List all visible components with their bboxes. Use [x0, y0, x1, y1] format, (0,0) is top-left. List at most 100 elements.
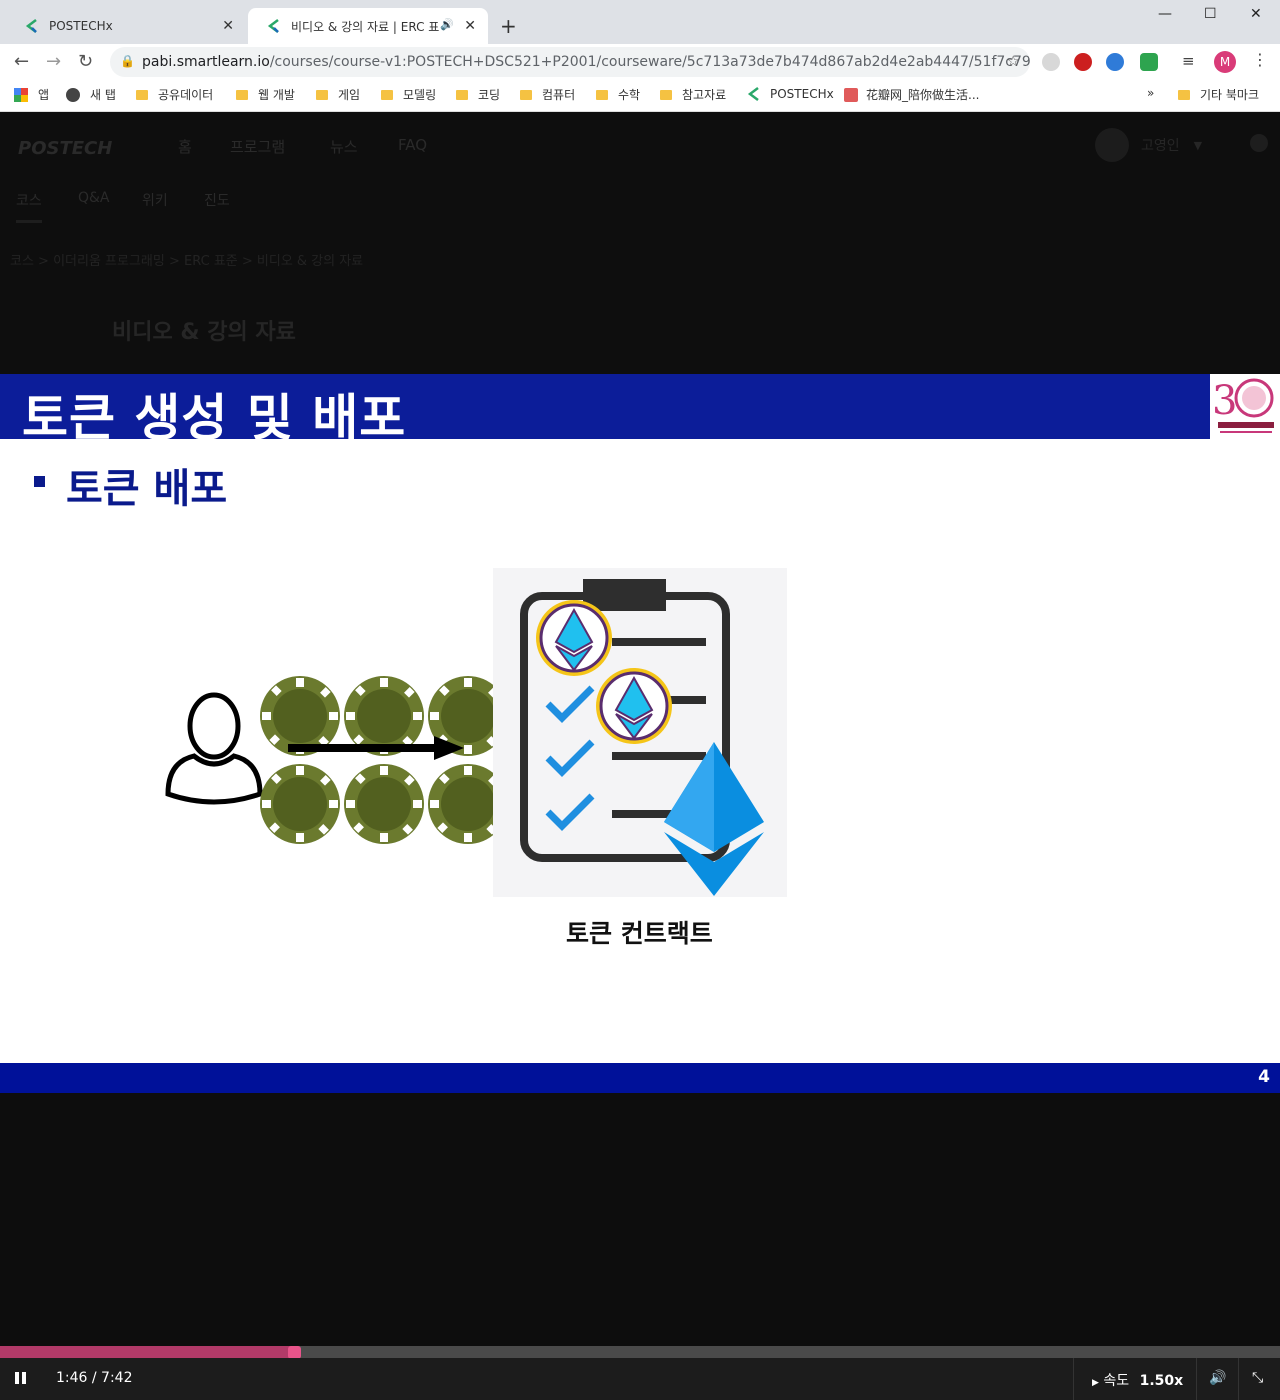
minimize-icon[interactable]: — — [1158, 6, 1172, 22]
apps-grid-icon — [14, 87, 28, 102]
new-tab-icon[interactable]: + — [500, 14, 517, 38]
subnav-wiki[interactable]: 위키 — [142, 190, 168, 210]
tab-close-icon[interactable]: ✕ — [464, 18, 476, 34]
ethereum-coin-icon — [596, 668, 672, 744]
user-menu[interactable]: 고영인 ▼ — [1095, 128, 1202, 162]
caret-right-icon: ▶ — [1092, 1378, 1099, 1388]
bookmark-apps[interactable]: 앱 — [14, 86, 49, 103]
postechx-favicon-icon — [746, 86, 762, 102]
folder-icon — [520, 89, 532, 100]
back-icon[interactable]: ← — [14, 51, 29, 72]
bookmark-folder[interactable]: 웹 개발 — [236, 86, 295, 103]
bookmark-folder[interactable]: 수학 — [596, 86, 640, 103]
bookmark-folder[interactable]: 컴퓨터 — [520, 86, 575, 103]
url-path: /courses/course-v1:POSTECH+DSC521+P2001/… — [269, 54, 1030, 70]
subnav-course[interactable]: 코스 — [16, 190, 42, 223]
bookmarks-overflow[interactable]: » — [1147, 86, 1154, 100]
postechx-favicon-icon — [266, 18, 282, 34]
bookmark-folder[interactable]: 공유데이터 — [136, 86, 213, 103]
nav-programs[interactable]: 프로그램 — [230, 136, 285, 157]
extension-shield-icon[interactable] — [1140, 53, 1158, 71]
exit-fullscreen-icon[interactable]: ⤡ — [1252, 1370, 1263, 1386]
user-avatar-icon — [1095, 128, 1129, 162]
bookmarks-bar: 앱 새 탭 공유데이터 웹 개발 게임 모델링 코딩 컴퓨터 수학 참고자료 P… — [0, 80, 1280, 112]
nav-news[interactable]: 뉴스 — [330, 136, 358, 157]
bookmark-folder[interactable]: 게임 — [316, 86, 360, 103]
chevron-down-icon: ▼ — [1193, 138, 1203, 152]
breadcrumb: 코스 > 이더리움 프로그래밍 > ERC 표준 > 비디오 & 강의 자료 — [10, 254, 364, 269]
tab-title: 비디오 & 강의 자료 | ERC 표 — [291, 19, 440, 34]
tab-strip: POSTECHx ✕ 비디오 & 강의 자료 | ERC 표 🔊 ✕ + — ☐… — [0, 0, 1280, 44]
profile-avatar[interactable]: M — [1214, 51, 1236, 73]
speed-value: 1.50x — [1139, 1373, 1184, 1389]
divider — [1196, 1358, 1197, 1400]
bookmark-folder[interactable]: 참고자료 — [660, 86, 726, 103]
bookmark-new-tab[interactable]: 새 탭 — [66, 86, 116, 103]
settings-icon[interactable] — [1250, 134, 1268, 152]
folder-icon — [236, 89, 248, 100]
folder-icon — [596, 89, 608, 100]
username: 고영인 — [1141, 138, 1180, 154]
url-host: pabi.smartlearn.io — [142, 54, 270, 70]
folder-icon — [381, 89, 393, 100]
extension-red-icon[interactable] — [1074, 53, 1092, 71]
video-progress-bar[interactable] — [0, 1346, 1280, 1359]
bookmark-huaban[interactable]: 花瓣网_陪你做生活... — [844, 86, 979, 103]
bookmark-folder[interactable]: 코딩 — [456, 86, 500, 103]
huaban-icon — [844, 87, 858, 102]
folder-icon — [136, 89, 148, 100]
token-contract-icon — [493, 568, 787, 897]
tab-title: POSTECHx — [49, 19, 113, 33]
user-icon — [165, 692, 263, 805]
tab-video-lecture[interactable]: 비디오 & 강의 자료 | ERC 표 🔊 ✕ — [248, 8, 488, 44]
lock-icon: 🔒 — [120, 54, 135, 68]
window-close-icon[interactable]: ✕ — [1250, 6, 1262, 22]
menu-kebab-icon[interactable]: ⋮ — [1252, 50, 1270, 69]
reload-icon[interactable]: ↻ — [78, 51, 93, 72]
token-chips — [260, 676, 508, 844]
chip-icon — [260, 764, 340, 844]
nav-faq[interactable]: FAQ — [398, 136, 427, 154]
subnav-progress[interactable]: 진도 — [204, 190, 230, 210]
postechx-favicon-icon — [24, 18, 40, 34]
forward-icon[interactable]: → — [46, 51, 61, 72]
speed-label: 속도 — [1103, 1373, 1130, 1389]
video-time: 1:46 / 7:42 — [56, 1370, 133, 1386]
folder-icon — [456, 89, 468, 100]
bookmark-other[interactable]: 기타 북마크 — [1178, 86, 1259, 103]
video-progress-played — [0, 1346, 295, 1358]
media-controls-icon[interactable]: ≡ — [1182, 52, 1200, 70]
token-deploy-illustration — [165, 568, 787, 897]
video-controls: 1:46 / 7:42 ▶ 속도 1.50x 🔊 ⤡ — [0, 1358, 1280, 1400]
chip-icon — [344, 764, 424, 844]
divider — [1238, 1358, 1239, 1400]
extension-blue-icon[interactable] — [1106, 53, 1124, 71]
browser-toolbar: ← → ↻ 🔒 pabi.smartlearn.io/courses/cours… — [0, 44, 1280, 80]
audio-playing-icon[interactable]: 🔊 — [440, 18, 454, 31]
slide-footer-bar: 4 — [0, 1063, 1280, 1093]
token-contract-caption: 토큰 컨트랙트 — [566, 919, 713, 948]
video-frame[interactable]: 토큰 생성 및 배포 3 토큰 배포 토큰 컨트랙트 4 — [0, 374, 1280, 1093]
bookmark-star-icon[interactable]: ☆ — [1007, 52, 1020, 70]
course-page-dimmed: POSTECH 홈 프로그램 뉴스 FAQ 고영인 ▼ 코스 Q&A 위키 진도… — [0, 112, 1280, 374]
ethereum-coin-icon — [536, 600, 612, 676]
slide-page-number: 4 — [1258, 1067, 1270, 1087]
site-logo[interactable]: POSTECH — [18, 138, 112, 159]
folder-icon — [1178, 89, 1190, 100]
subnav-qa[interactable]: Q&A — [78, 190, 110, 206]
volume-icon[interactable]: 🔊 — [1209, 1370, 1226, 1386]
nav-home[interactable]: 홈 — [178, 136, 192, 157]
pause-icon[interactable] — [14, 1371, 28, 1389]
extension-cloud-icon[interactable] — [1042, 53, 1060, 71]
tab-postechx[interactable]: POSTECHx ✕ — [6, 8, 246, 44]
bookmark-folder[interactable]: 모델링 — [381, 86, 436, 103]
bookmark-postechx[interactable]: POSTECHx — [746, 86, 834, 102]
browser-chrome: POSTECHx ✕ 비디오 & 강의 자료 | ERC 표 🔊 ✕ + — ☐… — [0, 0, 1280, 112]
globe-icon — [66, 87, 80, 102]
playback-speed-button[interactable]: ▶ 속도 1.50x — [1092, 1370, 1183, 1390]
maximize-icon[interactable]: ☐ — [1204, 6, 1217, 22]
divider — [1073, 1358, 1074, 1400]
unit-heading: 비디오 & 강의 자료 — [112, 320, 296, 345]
address-bar[interactable]: 🔒 pabi.smartlearn.io/courses/course-v1:P… — [110, 47, 1030, 77]
tab-close-icon[interactable]: ✕ — [222, 18, 234, 34]
